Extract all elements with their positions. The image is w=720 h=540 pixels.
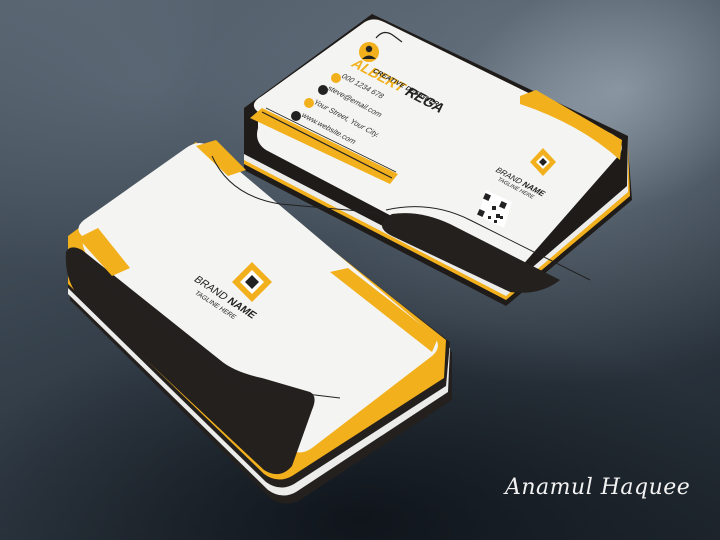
designer-signature: Anamul Haquee xyxy=(505,475,691,500)
photo-scene: ALBERT REGA CREATIVE DESIGNER 000 1234 6… xyxy=(0,0,720,540)
